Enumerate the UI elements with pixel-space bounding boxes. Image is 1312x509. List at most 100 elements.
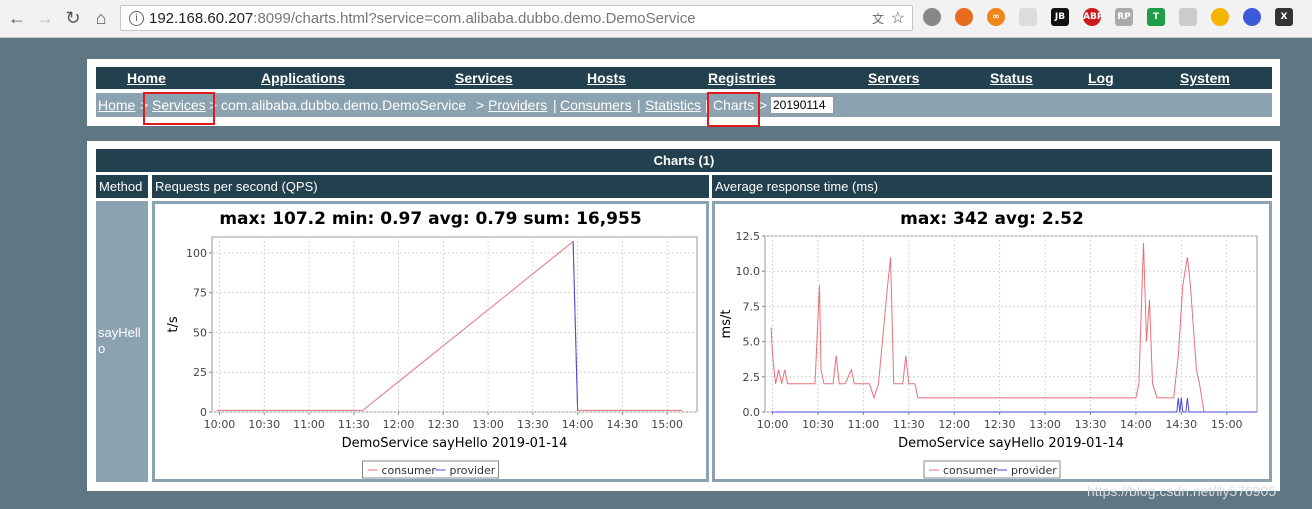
y-tick-label: 5.0 xyxy=(743,336,761,349)
x-axis-label: DemoService sayHello 2019-01-14 xyxy=(898,436,1124,451)
x-tick-label: 14:00 xyxy=(562,418,594,431)
x-tick-label: 10:30 xyxy=(802,418,834,431)
column-response-time: Average response time (ms) xyxy=(712,175,1272,198)
y-tick-label: 2.5 xyxy=(743,371,761,384)
url-text: 192.168.60.207:8099/charts.html?service=… xyxy=(149,10,696,27)
extension-jb-icon[interactable]: JB xyxy=(1051,8,1069,26)
x-tick-label: 10:00 xyxy=(204,418,236,431)
forward-arrow-icon[interactable]: → xyxy=(34,7,56,29)
url-host: 192.168.60.207 xyxy=(149,10,254,27)
y-tick-label: 25 xyxy=(193,366,207,379)
y-tick-label: 12.5 xyxy=(736,230,761,243)
menu-registries[interactable]: Registries xyxy=(708,70,776,86)
y-tick-label: 75 xyxy=(193,287,207,300)
x-tick-label: 10:00 xyxy=(757,418,789,431)
legend-label: provider xyxy=(1011,464,1057,477)
menu-applications[interactable]: Applications xyxy=(261,70,345,86)
menu-log[interactable]: Log xyxy=(1088,70,1114,86)
x-tick-label: 15:00 xyxy=(1211,418,1243,431)
translate-icon[interactable]: 文 xyxy=(872,10,884,27)
menu-status[interactable]: Status xyxy=(990,70,1033,86)
chart-svg: max: 107.2 min: 0.97 avg: 0.79 sum: 16,9… xyxy=(166,209,698,479)
extension-x-icon[interactable]: X xyxy=(1275,8,1293,26)
response-time-chart: max: 342 avg: 2.52 10:00 10:30 11:00 11:30 12… xyxy=(712,201,1272,482)
x-tick-label: 11:00 xyxy=(848,418,880,431)
legend-label: consumer xyxy=(943,464,998,477)
menu-servers[interactable]: Servers xyxy=(868,70,919,86)
x-tick-label: 11:30 xyxy=(338,418,370,431)
address-bar[interactable]: i 192.168.60.207:8099/charts.html?servic… xyxy=(120,5,913,31)
menu-home[interactable]: Home xyxy=(127,70,166,86)
x-tick-label: 13:30 xyxy=(517,418,549,431)
crumb-consumers[interactable]: Consumers xyxy=(560,97,632,113)
menu-system[interactable]: System xyxy=(1180,70,1230,86)
method-name: sayHello xyxy=(98,325,141,356)
crumb-statistics[interactable]: Statistics xyxy=(645,97,701,113)
method-cell: sayHello xyxy=(96,201,148,482)
menu-hosts[interactable]: Hosts xyxy=(587,70,626,86)
y-tick-label: 0.0 xyxy=(743,406,761,419)
y-axis-label: ms/t xyxy=(719,310,734,339)
bookmark-star-icon[interactable]: ☆ xyxy=(891,8,905,28)
x-tick-label: 13:30 xyxy=(1075,418,1107,431)
chart-title: max: 342 avg: 2.52 xyxy=(900,209,1084,229)
crumb-providers[interactable]: Providers xyxy=(488,97,547,113)
extension-rp-icon[interactable]: RP xyxy=(1115,8,1133,26)
x-tick-label: 14:30 xyxy=(607,418,639,431)
plot-area xyxy=(211,236,698,413)
x-tick-label: 13:00 xyxy=(1029,418,1061,431)
column-qps: Requests per second (QPS) xyxy=(152,175,709,198)
y-tick-label: 7.5 xyxy=(743,300,761,313)
crumb-divider: | xyxy=(637,97,641,113)
legend-label: consumer xyxy=(382,464,437,477)
reload-icon[interactable]: ↻ xyxy=(62,7,84,29)
extension-blue-icon[interactable] xyxy=(1243,8,1261,26)
x-tick-label: 11:30 xyxy=(893,418,925,431)
plot-area xyxy=(764,235,1258,413)
x-tick-label: 11:00 xyxy=(293,418,325,431)
highlight-services xyxy=(143,92,215,125)
chart-svg: max: 342 avg: 2.52 10:00 10:30 11:00 11:30 12… xyxy=(719,209,1258,479)
x-tick-label: 14:00 xyxy=(1120,418,1152,431)
x-tick-label: 12:00 xyxy=(938,418,970,431)
x-tick-label: 12:30 xyxy=(427,418,459,431)
date-input[interactable]: 20190114 xyxy=(770,96,834,114)
qps-chart: max: 107.2 min: 0.97 avg: 0.79 sum: 16,9… xyxy=(152,201,709,482)
y-tick-label: 10.0 xyxy=(736,265,761,278)
legend-label: provider xyxy=(450,464,496,477)
main-menu: Home Applications Services Hosts Registr… xyxy=(96,67,1272,89)
crumb-separator: > xyxy=(476,97,485,113)
highlight-charts xyxy=(707,92,760,127)
back-arrow-icon[interactable]: ← xyxy=(6,7,28,29)
x-tick-label: 14:30 xyxy=(1165,418,1197,431)
extension-shield-icon[interactable]: T xyxy=(1147,8,1165,26)
column-method: Method xyxy=(96,175,148,198)
crumb-home[interactable]: Home xyxy=(98,97,135,113)
site-info-icon[interactable]: i xyxy=(129,11,144,26)
crumb-separator: > xyxy=(759,97,768,113)
extension-grey-icon[interactable] xyxy=(1179,8,1197,26)
x-tick-label: 15:00 xyxy=(651,418,683,431)
x-tick-label: 12:00 xyxy=(383,418,415,431)
menu-services[interactable]: Services xyxy=(455,70,513,86)
extension-abp-icon[interactable]: ABP xyxy=(1083,8,1103,26)
crumb-divider: | xyxy=(553,97,557,113)
breadcrumb: Home > Services > com.alibaba.dubbo.demo… xyxy=(96,93,1272,117)
extension-circle-icon[interactable] xyxy=(923,8,941,26)
chart-title: max: 107.2 min: 0.97 avg: 0.79 sum: 16,9… xyxy=(219,209,641,229)
extension-lifebuoy-icon[interactable] xyxy=(955,8,973,26)
extension-chrome-icon[interactable] xyxy=(1211,8,1229,26)
browser-toolbar: ← → ↻ ⌂ i 192.168.60.207:8099/charts.htm… xyxy=(0,0,1312,38)
y-tick-label: 50 xyxy=(193,326,207,339)
extension-page-icon[interactable] xyxy=(1019,8,1037,26)
x-tick-label: 10:30 xyxy=(248,418,280,431)
crumb-service-name: com.alibaba.dubbo.demo.DemoService xyxy=(221,97,467,113)
home-icon[interactable]: ⌂ xyxy=(90,7,112,29)
x-tick-label: 13:00 xyxy=(472,418,504,431)
y-tick-label: 100 xyxy=(186,247,207,260)
charts-table-header: Charts (1) xyxy=(96,149,1272,172)
watermark: https://blog.csdn.net/lly576905 xyxy=(1087,483,1277,499)
y-axis-label: t/s xyxy=(166,316,181,332)
extension-infinity-icon[interactable]: ∞ xyxy=(987,8,1005,26)
url-path: :8099/charts.html?service=com.alibaba.du… xyxy=(253,10,696,27)
